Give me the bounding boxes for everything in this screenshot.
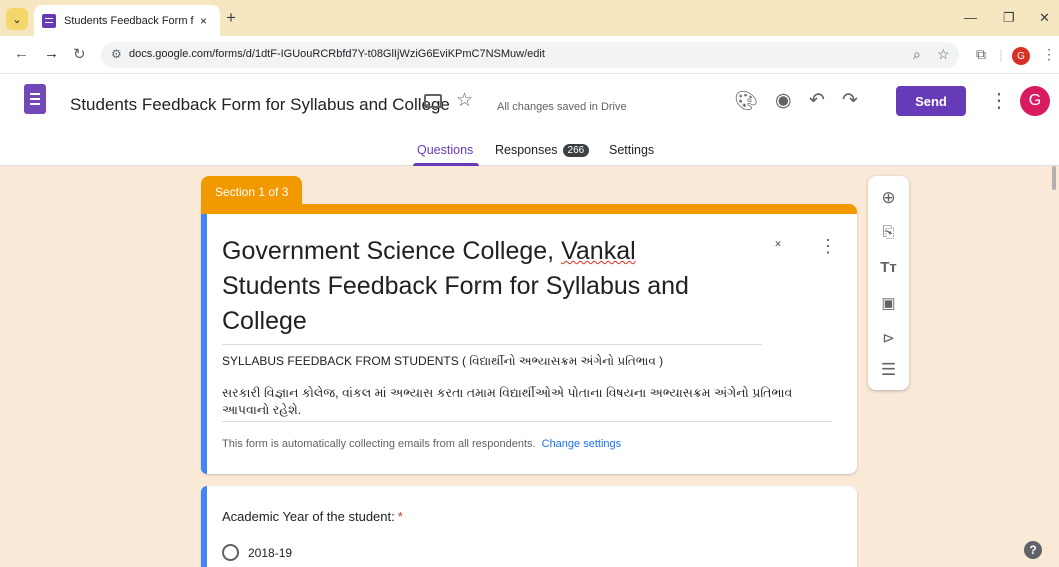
floating-toolbar: ⊕ ⎘ Tт ▣ ⊳ ☰ [868, 176, 909, 390]
question-title[interactable]: Academic Year of the student: * [222, 509, 403, 524]
form-title[interactable]: Government Science College, Vankal Stude… [222, 234, 762, 345]
toolbar-divider: | [999, 46, 1003, 62]
save-status: All changes saved in Drive [497, 101, 627, 113]
browser-tab-strip: ⌄ Students Feedback Form for Sylla × + —… [0, 0, 1059, 36]
change-settings-link[interactable]: Change settings [542, 438, 622, 450]
section-more-icon[interactable]: ⋮ [819, 236, 837, 257]
more-options-icon[interactable]: ⋮ [989, 88, 1009, 113]
close-window-icon[interactable]: ✕ [1039, 10, 1050, 26]
browser-toolbar: ← → ↻ ⚙ docs.google.com/forms/d/1dtF-IGU… [0, 36, 1059, 74]
email-note-text: This form is automatically collecting em… [222, 438, 536, 450]
required-asterisk: * [397, 509, 403, 524]
help-icon[interactable]: ? [1024, 541, 1042, 559]
scrollbar[interactable] [1052, 166, 1056, 190]
palette-icon[interactable]: 🎨︎ [734, 89, 758, 113]
extensions-icon[interactable]: ⧉ [976, 46, 986, 63]
site-info-icon[interactable]: ⚙ [111, 47, 122, 61]
email-collection-note: This form is automatically collecting em… [222, 438, 621, 450]
browser-tab[interactable]: Students Feedback Form for Sylla × [34, 5, 220, 36]
add-title-icon[interactable]: Tт [868, 259, 909, 276]
import-questions-icon[interactable]: ⎘ [868, 224, 909, 241]
url-text: docs.google.com/forms/d/1dtF-IGUouRCRbfd… [129, 48, 545, 60]
folder-icon[interactable] [424, 94, 442, 108]
undo-icon[interactable]: ↶ [809, 89, 825, 112]
back-icon[interactable]: ← [14, 45, 29, 62]
browser-menu-icon[interactable]: ⋮ [1042, 46, 1056, 63]
forward-icon[interactable]: → [44, 45, 59, 62]
form-title-rest: Students Feedback Form for Syllabus and … [222, 272, 689, 335]
tab-search-chevron-icon[interactable]: ⌄ [6, 8, 28, 30]
tab-settings[interactable]: Settings [609, 143, 654, 157]
new-tab-icon[interactable]: + [226, 8, 236, 28]
form-subtitle[interactable]: SYLLABUS FEEDBACK FROM STUDENTS ( વિદ્યા… [222, 354, 663, 369]
redo-icon[interactable]: ↷ [842, 89, 858, 112]
tab-questions[interactable]: Questions [417, 143, 473, 157]
add-image-icon[interactable]: ▣ [868, 294, 909, 312]
question-title-text: Academic Year of the student: [222, 509, 395, 524]
form-title-part: Government Science College, [222, 237, 562, 265]
restore-icon[interactable]: ❐ [1003, 10, 1015, 26]
send-button[interactable]: Send [896, 86, 966, 116]
tab-responses[interactable]: Responses 266 [495, 143, 590, 157]
add-video-icon[interactable]: ⊳ [868, 329, 909, 347]
collapse-section-icon[interactable]: ⌄ ⌃ [773, 234, 783, 254]
responses-count-badge: 266 [562, 144, 590, 157]
radio-option-2018-19[interactable] [222, 544, 239, 561]
forms-logo-icon[interactable] [24, 84, 46, 114]
question-card[interactable]: Academic Year of the student: * 2018-19 [201, 486, 857, 567]
form-title-misspelled-word: Vankal [561, 237, 636, 265]
eye-icon[interactable]: ◉ [775, 89, 792, 112]
forms-header: Students Feedback Form for Syllabus and … [0, 74, 1059, 166]
tab-responses-label: Responses [495, 143, 558, 157]
address-bar[interactable]: ⚙ docs.google.com/forms/d/1dtF-IGUouRCRb… [101, 42, 959, 68]
add-section-icon[interactable]: ☰ [868, 360, 909, 380]
bookmark-star-icon[interactable]: ☆ [937, 46, 950, 63]
form-description[interactable]: સરકારી વિજ્ઞાન કોલેજ, વાંકલ માં અભ્યાસ ક… [222, 385, 832, 422]
minimize-icon[interactable]: — [964, 10, 977, 25]
tab-title: Students Feedback Form for Sylla [64, 14, 194, 27]
form-title-card[interactable]: Government Science College, Vankal Stude… [201, 204, 857, 474]
add-question-icon[interactable]: ⊕ [868, 188, 909, 208]
browser-profile-avatar[interactable]: G [1012, 47, 1030, 65]
star-icon[interactable]: ☆ [456, 89, 473, 112]
active-tab-indicator [413, 163, 479, 166]
zoom-icon[interactable]: ⌕ [913, 46, 921, 63]
avatar[interactable]: G [1020, 86, 1050, 116]
document-title[interactable]: Students Feedback Form for Syllabus and … [70, 95, 450, 115]
reload-icon[interactable]: ↻ [73, 45, 86, 63]
tab-close-icon[interactable]: × [200, 14, 207, 28]
forms-favicon-icon [42, 13, 56, 28]
radio-option-label: 2018-19 [248, 546, 293, 560]
